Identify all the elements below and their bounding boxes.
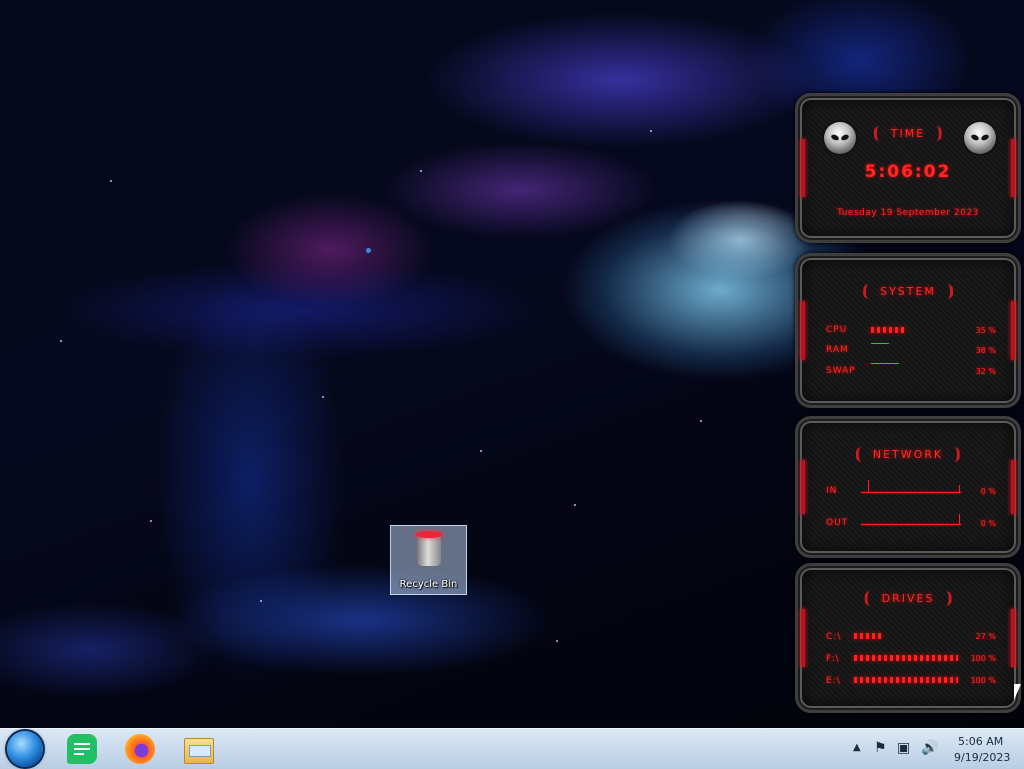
swap-value: 32 % xyxy=(975,367,996,376)
network-icon[interactable]: ▣ xyxy=(897,740,910,756)
drive-e-value: 100 % xyxy=(970,676,996,685)
cpu-value: 35 % xyxy=(975,326,996,335)
recycle-bin-label: Recycle Bin xyxy=(399,579,458,590)
firefox-icon xyxy=(125,734,155,764)
start-button[interactable] xyxy=(7,731,43,767)
network-in-value: 0 % xyxy=(980,487,996,496)
volume-icon[interactable]: 🔊 xyxy=(921,740,938,756)
drive-c-usage-bar xyxy=(854,633,881,639)
drive-e-label: E:\ xyxy=(826,676,841,686)
drive-f-value: 100 % xyxy=(970,654,996,663)
ram-value: 38 % xyxy=(975,346,996,355)
drive-f-usage-bar xyxy=(854,655,958,661)
drive-e-usage-bar xyxy=(854,677,958,683)
network-out-value: 0 % xyxy=(980,519,996,528)
recycle-bin-icon xyxy=(417,534,441,566)
drive-c-value: 27 % xyxy=(975,632,996,641)
notes-app-icon xyxy=(67,734,97,764)
swap-label: SWAP xyxy=(826,366,856,376)
network-out-graph xyxy=(861,524,961,525)
cpu-label: CPU xyxy=(826,325,848,335)
file-explorer-icon xyxy=(184,738,214,764)
network-in-label: IN xyxy=(826,486,838,496)
system-gadget-title: SYSTEM xyxy=(863,284,953,299)
ram-label: RAM xyxy=(826,345,849,355)
date-display: Tuesday 19 September 2023 xyxy=(837,208,979,218)
drive-f-label: F:\ xyxy=(826,654,840,664)
mouse-cursor xyxy=(1014,684,1021,700)
firefox-taskbar-button[interactable] xyxy=(124,733,156,765)
taskbar: ▲ ⚑ ▣ 🔊 5:06 AM 9/19/2023 xyxy=(0,728,1024,769)
notes-app-taskbar-button[interactable] xyxy=(66,733,98,765)
network-out-label: OUT xyxy=(826,518,849,528)
ram-graph-line xyxy=(871,343,889,344)
file-explorer-taskbar-button[interactable] xyxy=(182,733,214,765)
show-hidden-icons-icon[interactable]: ▲ xyxy=(853,740,861,756)
drive-c-label: C:\ xyxy=(826,632,842,642)
alien-logo-icon xyxy=(824,122,856,154)
recycle-bin-desktop-icon[interactable]: Recycle Bin xyxy=(390,525,467,595)
time-gadget-title: TIME xyxy=(873,126,943,141)
system-gadget[interactable]: SYSTEM CPU 35 % RAM 38 % SWAP 32 % xyxy=(795,253,1021,408)
tray-clock-date[interactable]: 9/19/2023 xyxy=(954,751,1010,764)
clock-display: 5:06:02 xyxy=(864,162,952,182)
network-gadget-title: NETWORK xyxy=(855,447,961,462)
drives-gadget[interactable]: DRIVES C:\ 27 % F:\ 100 % E:\ 100 % xyxy=(795,563,1021,713)
network-gadget[interactable]: NETWORK IN 0 % OUT 0 % xyxy=(795,416,1021,558)
tray-clock-time[interactable]: 5:06 AM xyxy=(958,735,1003,748)
cpu-usage-bar xyxy=(871,327,907,333)
alien-logo-icon xyxy=(964,122,996,154)
time-gadget[interactable]: TIME 5:06:02 Tuesday 19 September 2023 xyxy=(795,93,1021,243)
swap-graph-line xyxy=(871,363,899,364)
drives-gadget-title: DRIVES xyxy=(864,591,952,606)
network-in-graph xyxy=(861,492,961,493)
action-center-flag-icon[interactable]: ⚑ xyxy=(874,740,887,756)
